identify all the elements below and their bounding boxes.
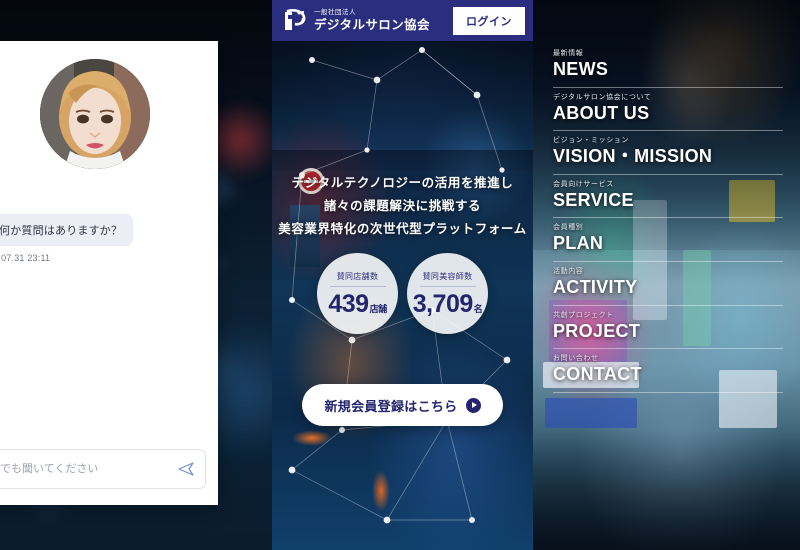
nav-item-vision-mission-en: VISION・MISSION [553,146,713,167]
car-taillight-glow [372,470,390,512]
stat-value-stores: 439 店舗 [328,289,388,318]
nav-item-vision-mission-ja: ビジョン・ミッション [553,137,629,145]
nav-item-activity-ja: 活動内容 [553,267,584,275]
nav-item-plan-ja: 会員種別 [553,224,584,232]
stat-card-stores: 賛同店舗数 439 店舗 [317,253,398,334]
nav-item-news-ja: 最新情報 [553,50,584,57]
chat-widget: 何か質問はありますか？ 24.07.31 23:11 [0,41,218,505]
digital-salon-logo-icon [282,8,308,34]
main-navigation: 最新情報 NEWS デジタルサロン協会について ABOUT US ビジョン・ミッ… [553,44,783,393]
stat-number-stores: 439 [328,289,369,318]
nav-item-about-us-en: ABOUT US [553,102,650,123]
car-taillight-glow [292,430,332,446]
stat-circles: 賛同店舗数 439 店舗 賛同美容師数 3,709 名 [272,253,533,334]
nav-item-service-ja: 会員向けサービス [553,180,614,188]
nav-item-about-us[interactable]: デジタルサロン協会について ABOUT US [553,88,783,132]
stat-card-stylists: 賛同美容師数 3,709 名 [407,253,488,334]
stat-unit-stores: 店舗 [369,303,388,314]
nav-item-project-ja: 共創プロジェクト [553,311,614,319]
nav-item-contact-en: CONTACT [553,364,642,385]
hero-headline: デジタルテクノロジーの活用を推進し 諸々の課題解決に挑戦する 美容業界特化の次世… [272,172,533,241]
nav-item-service[interactable]: 会員向けサービス SERVICE [553,175,783,219]
nav-item-project-en: PROJECT [553,320,641,341]
stat-value-stylists: 3,709 名 [412,289,483,318]
stat-number-stylists: 3,709 [412,289,474,318]
nav-item-plan-en: PLAN [553,233,604,254]
nav-item-project[interactable]: 共創プロジェクト PROJECT [553,306,783,350]
logo-subtitle: 一般社団法人 [314,9,356,16]
page-root: 一般社団法人 デジタルサロン協会 ログイン デジタルテクノロジーの活用を推進し … [0,0,800,550]
nav-item-service-en: SERVICE [553,189,634,210]
logo-title: デジタルサロン協会 [314,17,430,32]
play-arrow-icon [465,397,481,413]
site-header: 一般社団法人 デジタルサロン協会 ログイン [272,0,533,41]
chat-timestamp: 24.07.31 23:11 [0,253,51,263]
nav-item-activity-en: ACTIVITY [553,277,638,298]
user-avatar-icon [40,59,150,169]
nav-item-activity[interactable]: 活動内容 ACTIVITY [553,262,783,306]
chat-input-row [0,449,206,489]
logo-text-block: 一般社団法人 デジタルサロン協会 [314,9,430,32]
send-icon[interactable] [177,460,195,478]
signup-cta-label: 新規会員登録はこちら [324,398,458,414]
stat-unit-stylists: 名 [473,303,483,314]
signup-cta-button[interactable]: 新規会員登録はこちら [302,384,503,426]
hero-line-2: 諸々の課題解決に挑戦する [323,199,482,214]
nav-item-news-en: NEWS [553,59,609,80]
stat-label-stylists: 賛同美容師数 [419,271,476,287]
blue-sign [545,398,637,428]
nav-item-about-us-ja: デジタルサロン協会について [553,93,652,101]
hero-line-1: デジタルテクノロジーの活用を推進し [291,176,514,190]
nav-item-contact[interactable]: お問い合わせ CONTACT [553,349,783,393]
right-overlay-bottom [533,430,800,550]
stat-label-stores: 賛同店舗数 [329,271,386,287]
nav-item-vision-mission[interactable]: ビジョン・ミッション VISION・MISSION [553,131,783,175]
login-button[interactable]: ログイン [453,6,525,35]
avatar [40,59,150,169]
chat-input[interactable] [0,463,177,475]
nav-item-news[interactable]: 最新情報 NEWS [553,44,783,88]
hero-line-3: 美容業界特化の次世代型プラットフォーム [278,222,527,237]
nav-item-plan[interactable]: 会員種別 PLAN [553,218,783,262]
chat-message-bubble: 何か質問はありますか？ [0,214,134,246]
nav-item-contact-ja: お問い合わせ [553,355,599,363]
site-logo[interactable]: 一般社団法人 デジタルサロン協会 [282,8,430,34]
